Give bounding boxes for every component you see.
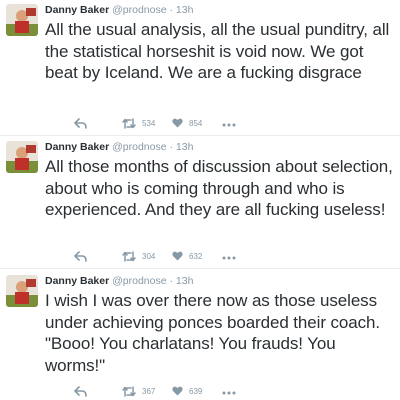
author-handle[interactable]: @prodnose [112, 4, 166, 16]
reply-button[interactable] [74, 385, 87, 399]
more-icon [222, 120, 236, 129]
divider [0, 135, 400, 136]
author-handle[interactable]: @prodnose [112, 275, 166, 287]
tweet-header: Danny Baker @prodnose · 13h [45, 4, 193, 17]
more-icon [222, 388, 236, 397]
like-button[interactable]: 854 [172, 117, 202, 131]
divider [0, 268, 400, 269]
retweet-count: 534 [142, 119, 156, 128]
more-icon [222, 253, 236, 262]
author-name[interactable]: Danny Baker [45, 141, 109, 153]
timestamp[interactable]: 13h [176, 141, 194, 153]
retweet-button[interactable]: 367 [122, 385, 155, 399]
more-button[interactable] [222, 385, 236, 399]
tweet-actions: 534 854 [74, 117, 374, 131]
like-count: 632 [189, 252, 203, 261]
tweet-actions: 304 632 [74, 250, 374, 264]
like-icon [172, 251, 183, 263]
reply-icon [74, 250, 87, 264]
retweet-count: 304 [142, 252, 156, 261]
like-count: 854 [189, 119, 203, 128]
retweet-icon [122, 250, 136, 264]
retweet-count: 367 [142, 387, 156, 396]
retweet-button[interactable]: 304 [122, 250, 155, 264]
retweet-icon [122, 117, 136, 131]
reply-icon [74, 117, 87, 131]
timestamp[interactable]: 13h [176, 275, 194, 287]
like-button[interactable]: 639 [172, 385, 202, 399]
tweet: Danny Baker @prodnose · 13h All those mo… [0, 141, 400, 259]
retweet-icon [122, 385, 136, 399]
tweet-actions: 367 639 [74, 385, 374, 399]
tweet-header: Danny Baker @prodnose · 13h [45, 275, 193, 288]
separator-dot: · [169, 275, 174, 287]
reply-icon [74, 385, 87, 399]
tweet-header: Danny Baker @prodnose · 13h [45, 141, 193, 154]
tweet: Danny Baker @prodnose · 13h I wish I was… [0, 275, 400, 393]
like-button[interactable]: 632 [172, 250, 202, 264]
tweet-text: I wish I was over there now as those use… [45, 291, 380, 375]
author-name[interactable]: Danny Baker [45, 4, 109, 16]
tweet-text: All the usual analysis, all the usual pu… [45, 20, 390, 82]
avatar[interactable] [6, 275, 38, 307]
more-button[interactable] [222, 117, 236, 131]
avatar[interactable] [6, 4, 38, 36]
author-handle[interactable]: @prodnose [112, 141, 166, 153]
like-count: 639 [189, 387, 203, 396]
tweet: Danny Baker @prodnose · 13h All the usua… [0, 4, 400, 132]
avatar[interactable] [6, 141, 38, 173]
reply-button[interactable] [74, 117, 87, 131]
like-icon [172, 386, 183, 398]
separator-dot: · [169, 141, 174, 153]
tweet-text: All those months of discussion about sel… [45, 157, 393, 219]
retweet-button[interactable]: 534 [122, 117, 155, 131]
like-icon [172, 118, 183, 130]
timestamp[interactable]: 13h [176, 4, 194, 16]
reply-button[interactable] [74, 250, 87, 264]
author-name[interactable]: Danny Baker [45, 275, 109, 287]
more-button[interactable] [222, 250, 236, 264]
separator-dot: · [169, 4, 174, 16]
